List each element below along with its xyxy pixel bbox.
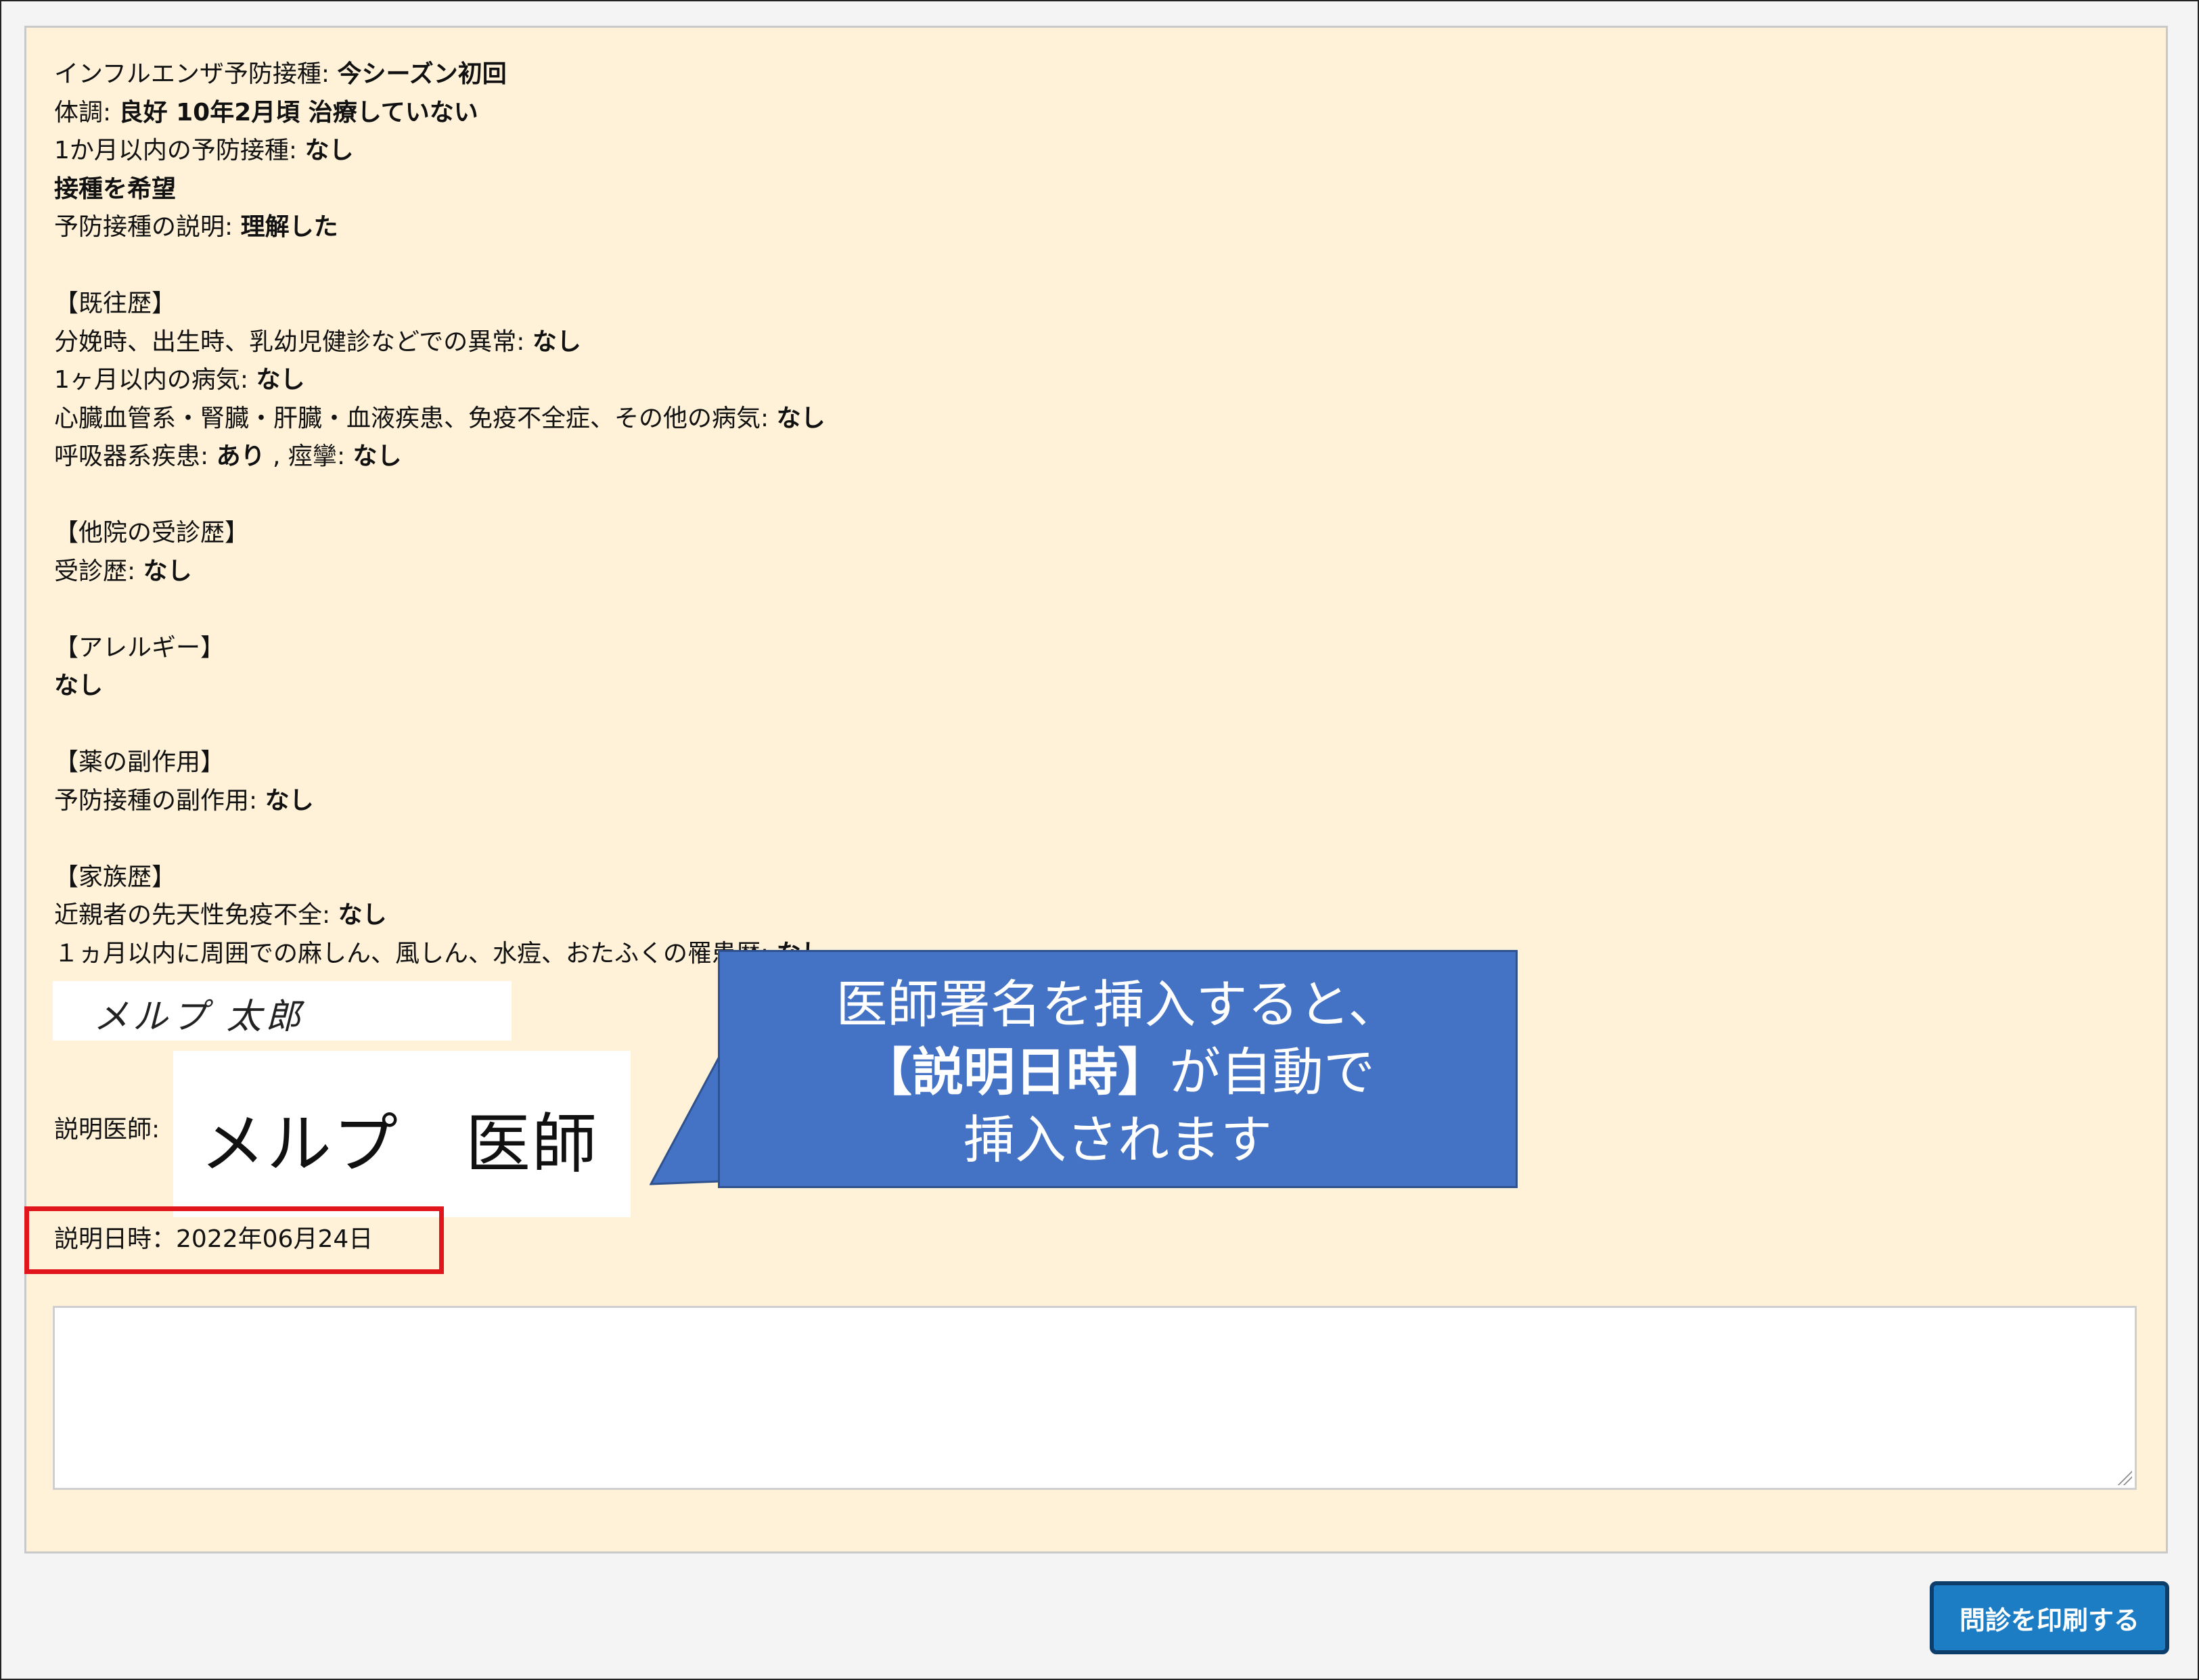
surround-line: １ヵ月以内に周囲での麻しん、風しん、水痘、おたふくの罹患歴: なし: [54, 935, 825, 974]
resp-separator: ,: [265, 442, 288, 470]
side-effect-value: なし: [265, 786, 314, 815]
questionnaire-content: インフルエンザ予防接種: 今シーズン初回 体調: 良好 10年2月頃 治療してい…: [54, 55, 825, 973]
visit-value: なし: [143, 557, 192, 585]
visit-line: 受診歴: なし: [54, 553, 825, 591]
birth-label: 分娩時、出生時、乳幼児健診などでの異常:: [54, 327, 532, 356]
callout-pointer: [650, 1055, 721, 1185]
vaccine-value: 今シーズン初回: [337, 60, 507, 88]
visit-label: 受診歴:: [54, 557, 143, 585]
illness-value: なし: [256, 366, 305, 394]
family-heading: 【家族歴】: [54, 863, 177, 891]
chronic-value: なし: [776, 404, 825, 432]
immuno-value: なし: [338, 901, 387, 929]
wish-line: 接種を希望: [54, 175, 177, 203]
allergy-value: なし: [54, 672, 104, 700]
birth-value: なし: [532, 327, 581, 356]
callout-line-2: 【説明日時】が自動で: [720, 1039, 1516, 1106]
callout-line-2-rest: が自動で: [1169, 1042, 1375, 1102]
immuno-line: 近親者の先天性免疫不全: なし: [54, 896, 825, 935]
callout-emphasis: 【説明日時】: [861, 1042, 1169, 1102]
resp-value: あり: [216, 442, 265, 470]
seizure-value: なし: [353, 442, 402, 470]
doctor-label: 説明医師:: [54, 1116, 160, 1143]
side-effect-label: 予防接種の副作用:: [54, 786, 265, 815]
doctor-signature-image: メルプ 医師: [173, 1051, 631, 1217]
recent-vaccine-label: 1か月以内の予防接種:: [54, 137, 305, 164]
print-questionnaire-button[interactable]: 問診を印刷する: [1930, 1581, 2169, 1654]
condition-value: 良好 10年2月頃 治療していない: [118, 98, 478, 127]
explanation-label: 予防接種の説明:: [54, 213, 241, 241]
immuno-label: 近親者の先天性免疫不全:: [54, 901, 338, 929]
condition-line: 体調: 良好 10年2月頃 治療していない: [54, 94, 825, 133]
illness-label: 1ヶ月以内の病気:: [54, 366, 256, 394]
datetime-highlight-box: [24, 1206, 444, 1274]
allergy-heading: 【アレルギー】: [54, 633, 225, 662]
resp-label: 呼吸器系疾患:: [54, 442, 217, 470]
chronic-line: 心臓血管系・腎臓・肝臓・血液疾患、免疫不全症、その他の病気: なし: [54, 400, 825, 438]
recent-vaccine-value: なし: [304, 137, 354, 164]
birth-line: 分娩時、出生時、乳幼児健診などでの異常: なし: [54, 323, 825, 362]
side-effect-heading: 【薬の副作用】: [54, 748, 225, 776]
callout-line-3: 挿入されます: [964, 1110, 1272, 1170]
vaccine-label: インフルエンザ予防接種:: [54, 60, 338, 88]
history-heading: 【既往歴】: [54, 290, 177, 317]
respiratory-line: 呼吸器系疾患: あり , 痙攣: なし: [54, 438, 825, 476]
notes-textarea[interactable]: [53, 1306, 2137, 1490]
resize-handle-icon[interactable]: [2116, 1469, 2132, 1485]
condition-label: 体調:: [54, 98, 119, 127]
recent-vaccine-line: 1か月以内の予防接種: なし: [54, 132, 825, 171]
side-effect-line: 予防接種の副作用: なし: [54, 782, 825, 821]
illness-line: 1ヶ月以内の病気: なし: [54, 361, 825, 400]
callout-annotation: 医師署名を挿入すると、 【説明日時】が自動で 挿入されます: [718, 950, 1518, 1188]
patient-signature-image: メルプ 太郎: [53, 981, 512, 1041]
signature-handwriting: メルプ 太郎: [93, 997, 305, 1037]
seizure-label: 痙攣:: [288, 442, 353, 470]
vaccine-line: インフルエンザ予防接種: 今シーズン初回: [54, 55, 825, 94]
explanation-value: 理解した: [240, 213, 338, 241]
other-clinic-heading: 【他院の受診歴】: [54, 519, 250, 547]
callout-line-1: 医師署名を挿入すると、: [836, 974, 1400, 1035]
explanation-line: 予防接種の説明: 理解した: [54, 208, 825, 247]
doctor-name: メルプ 医師: [200, 1106, 598, 1182]
chronic-label: 心臓血管系・腎臓・肝臓・血液疾患、免疫不全症、その他の病気:: [54, 404, 777, 432]
surround-label: １ヵ月以内に周囲での麻しん、風しん、水痘、おたふくの罹患歴:: [54, 939, 777, 968]
